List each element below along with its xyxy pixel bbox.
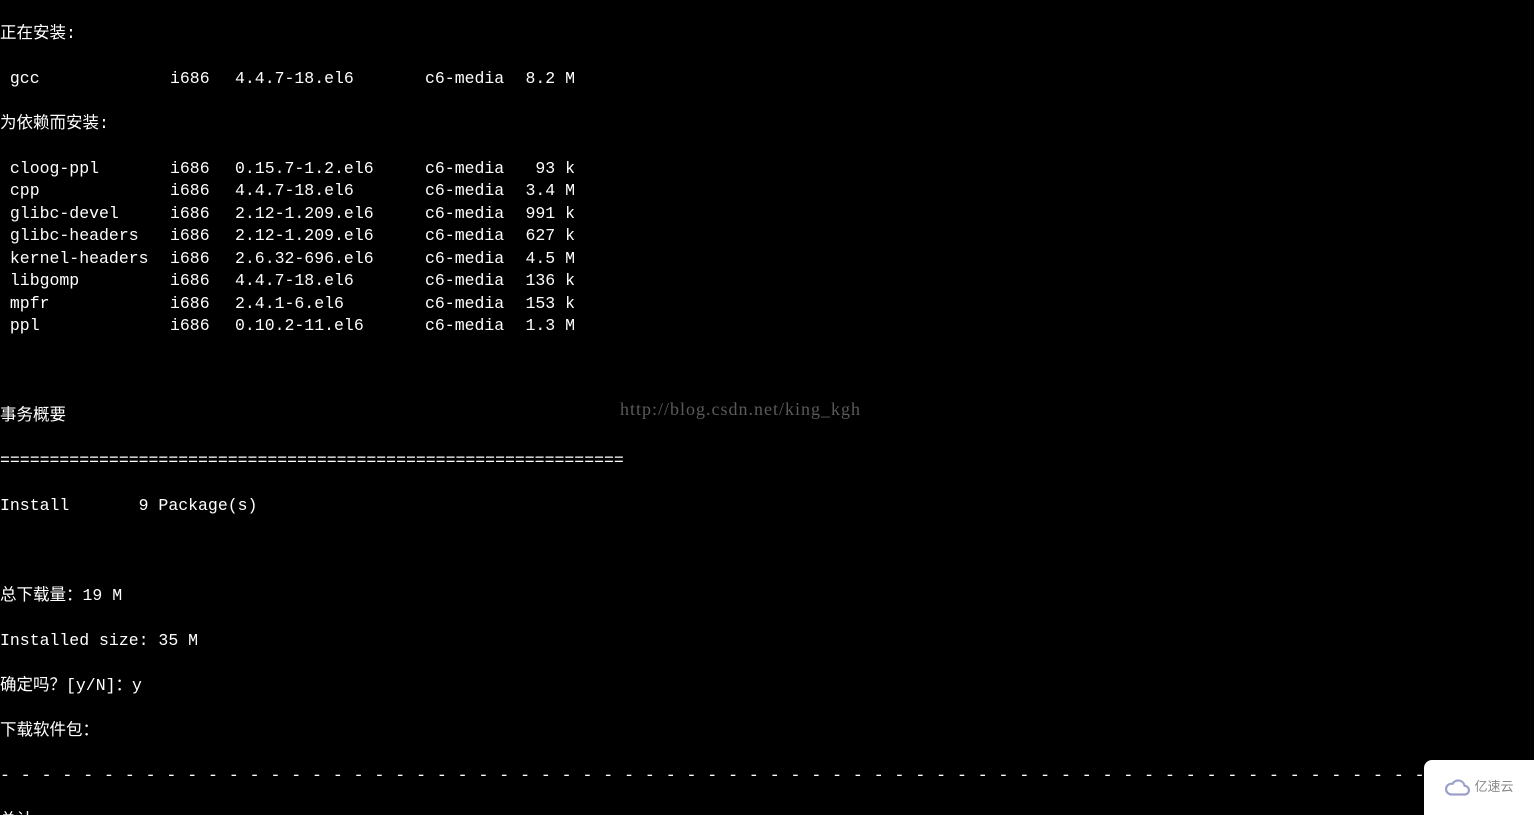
pkg-name: kernel-headers (0, 248, 170, 271)
pkg-size: 93 k (525, 158, 575, 181)
separator-dashes: - - - - - - - - - - - - - - - - - - - - … (0, 765, 1534, 788)
section-deps-header: 为依赖而安装: (0, 113, 1534, 136)
pkg-size: 153 k (525, 293, 575, 316)
install-count-line: Install 9 Package(s) (0, 495, 1534, 518)
pkg-name: gcc (0, 68, 170, 91)
pkg-arch: i686 (170, 203, 235, 226)
pkg-repo: c6-media (425, 180, 525, 203)
pkg-name: ppl (0, 315, 170, 338)
pkg-version: 4.4.7-18.el6 (235, 68, 425, 91)
pkg-repo: c6-media (425, 270, 525, 293)
pkg-size: 8.2 M (525, 68, 575, 91)
terminal-output[interactable]: 正在安装: gcci6864.4.7-18.el6c6-media8.2 M 为… (0, 0, 1534, 815)
package-row: glibc-headersi6862.12-1.209.el6c6-media6… (0, 225, 1534, 248)
pkg-repo: c6-media (425, 203, 525, 226)
pkg-size: 1.3 M (525, 315, 575, 338)
total-label: 总计 (0, 810, 1534, 815)
pkg-repo: c6-media (425, 248, 525, 271)
pkg-arch: i686 (170, 293, 235, 316)
cloud-icon (1444, 775, 1470, 801)
pkg-size: 136 k (525, 270, 575, 293)
badge-text: 亿速云 (1474, 776, 1513, 799)
pkg-arch: i686 (170, 180, 235, 203)
pkg-version: 0.10.2-11.el6 (235, 315, 425, 338)
pkg-version: 2.4.1-6.el6 (235, 293, 425, 316)
pkg-name: glibc-headers (0, 225, 170, 248)
total-download: 总下载量：19 M (0, 585, 1534, 608)
pkg-arch: i686 (170, 225, 235, 248)
pkg-version: 0.15.7-1.2.el6 (235, 158, 425, 181)
provider-badge: 亿速云 (1424, 760, 1534, 815)
package-row: cppi6864.4.7-18.el6c6-media3.4 M (0, 180, 1534, 203)
package-row: cloog-ppli6860.15.7-1.2.el6c6-media 93 k (0, 158, 1534, 181)
pkg-repo: c6-media (425, 158, 525, 181)
package-row: glibc-develi6862.12-1.209.el6c6-media991… (0, 203, 1534, 226)
downloading-header: 下载软件包： (0, 720, 1534, 743)
package-row: mpfri6862.4.1-6.el6c6-media153 k (0, 293, 1534, 316)
blank-line (0, 540, 1534, 563)
pkg-name: libgomp (0, 270, 170, 293)
blank-line (0, 360, 1534, 383)
summary-header: 事务概要 (0, 405, 1534, 428)
pkg-repo: c6-media (425, 293, 525, 316)
package-row: gcci6864.4.7-18.el6c6-media8.2 M (0, 68, 1534, 91)
pkg-repo: c6-media (425, 315, 525, 338)
pkg-version: 2.6.32-696.el6 (235, 248, 425, 271)
separator-equals: ========================================… (0, 450, 1534, 473)
pkg-arch: i686 (170, 68, 235, 91)
package-row: kernel-headersi6862.6.32-696.el6c6-media… (0, 248, 1534, 271)
installed-size: Installed size: 35 M (0, 630, 1534, 653)
pkg-version: 2.12-1.209.el6 (235, 203, 425, 226)
pkg-name: cloog-ppl (0, 158, 170, 181)
pkg-version: 4.4.7-18.el6 (235, 270, 425, 293)
package-row: ppli6860.10.2-11.el6c6-media1.3 M (0, 315, 1534, 338)
pkg-version: 4.4.7-18.el6 (235, 180, 425, 203)
section-installing-header: 正在安装: (0, 23, 1534, 46)
pkg-version: 2.12-1.209.el6 (235, 225, 425, 248)
pkg-repo: c6-media (425, 225, 525, 248)
pkg-arch: i686 (170, 270, 235, 293)
pkg-size: 627 k (525, 225, 575, 248)
pkg-arch: i686 (170, 248, 235, 271)
pkg-size: 991 k (525, 203, 575, 226)
confirm-prompt: 确定吗？[y/N]：y (0, 675, 1534, 698)
pkg-arch: i686 (170, 315, 235, 338)
pkg-repo: c6-media (425, 68, 525, 91)
pkg-arch: i686 (170, 158, 235, 181)
pkg-name: cpp (0, 180, 170, 203)
package-row: libgompi6864.4.7-18.el6c6-media136 k (0, 270, 1534, 293)
pkg-size: 3.4 M (525, 180, 575, 203)
pkg-name: mpfr (0, 293, 170, 316)
pkg-size: 4.5 M (525, 248, 575, 271)
pkg-name: glibc-devel (0, 203, 170, 226)
